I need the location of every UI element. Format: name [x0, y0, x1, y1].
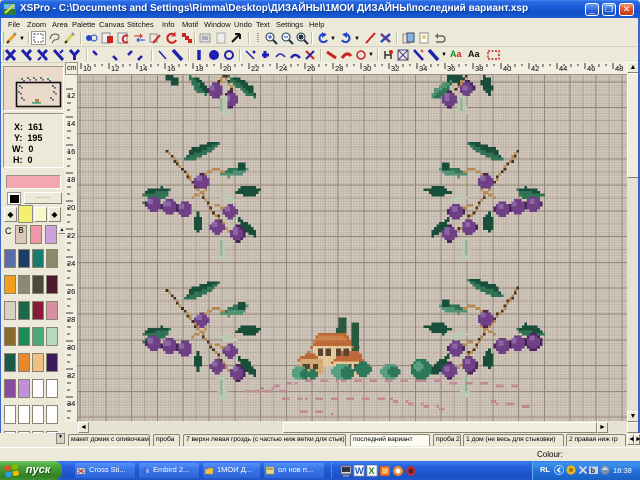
svg-text:34: 34: [67, 399, 75, 408]
svg-text:14: 14: [139, 64, 147, 73]
svg-text:44: 44: [559, 64, 567, 73]
svg-text:16: 16: [167, 64, 175, 73]
svg-text:24: 24: [67, 259, 75, 268]
svg-text:b: b: [591, 468, 595, 475]
svg-text:18: 18: [195, 64, 203, 73]
svg-text:28: 28: [335, 64, 343, 73]
svg-text:38: 38: [475, 64, 483, 73]
svg-text:34: 34: [419, 64, 427, 73]
svg-text:X: X: [369, 466, 375, 476]
svg-text:18: 18: [67, 175, 75, 184]
svg-text:42: 42: [531, 64, 539, 73]
svg-text:22: 22: [251, 64, 259, 73]
svg-text:12: 12: [67, 91, 75, 100]
svg-text:46: 46: [587, 64, 595, 73]
svg-text:28: 28: [67, 315, 75, 324]
svg-text:12: 12: [111, 64, 119, 73]
svg-text:22: 22: [67, 231, 75, 240]
svg-text:32: 32: [391, 64, 399, 73]
svg-text:32: 32: [67, 371, 75, 380]
svg-text:36: 36: [447, 64, 455, 73]
svg-text:20: 20: [67, 203, 75, 212]
svg-text:30: 30: [363, 64, 371, 73]
svg-text:30: 30: [67, 343, 75, 352]
svg-text:26: 26: [67, 287, 75, 296]
svg-text:16: 16: [67, 147, 75, 156]
svg-text:40: 40: [503, 64, 511, 73]
svg-text:24: 24: [279, 64, 287, 73]
svg-text:20: 20: [223, 64, 231, 73]
svg-text:10: 10: [83, 64, 91, 73]
svg-text:14: 14: [67, 119, 75, 128]
svg-text:48: 48: [615, 64, 623, 73]
svg-text:W: W: [355, 466, 364, 476]
svg-text:26: 26: [307, 64, 315, 73]
